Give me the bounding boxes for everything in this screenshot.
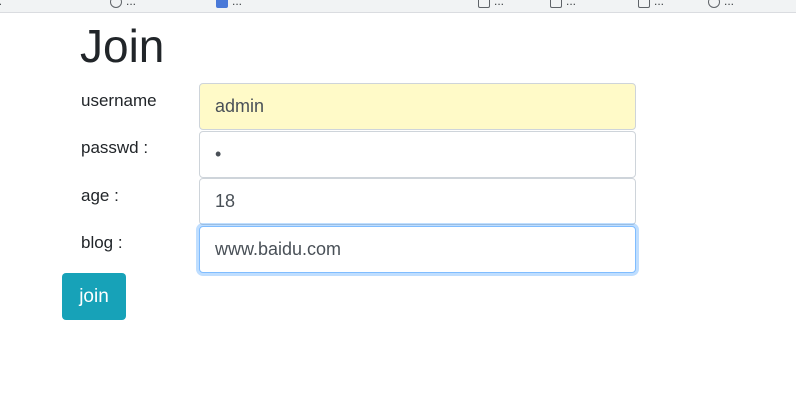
- bookmark-item[interactable]: ...: [550, 0, 576, 10]
- folder-icon: [638, 0, 650, 8]
- password-input[interactable]: [199, 131, 636, 178]
- page-title: Join: [80, 20, 165, 72]
- age-input[interactable]: [199, 178, 636, 225]
- bookmark-item[interactable]: ...: [708, 0, 734, 10]
- age-label: age :: [81, 186, 119, 205]
- globe-icon: [708, 0, 720, 8]
- bookmark-icon: [216, 0, 228, 8]
- folder-icon: [550, 0, 562, 8]
- blog-label: blog :: [81, 233, 123, 252]
- blog-input[interactable]: [199, 226, 636, 273]
- folder-icon: [478, 0, 490, 8]
- bookmark-item[interactable]: ...: [478, 0, 504, 10]
- bookmark-item[interactable]: ...: [638, 0, 664, 10]
- username-label: username: [81, 91, 157, 110]
- username-input[interactable]: [199, 83, 636, 130]
- bookmarks-bar: ... ... ... ... ... ... ...: [0, 0, 796, 13]
- bookmark-item[interactable]: ...: [216, 0, 242, 10]
- passwd-label: passwd :: [81, 138, 149, 157]
- join-button[interactable]: join: [62, 273, 126, 320]
- globe-icon: [110, 0, 122, 8]
- bookmark-item[interactable]: ...: [110, 0, 136, 10]
- bookmark-item[interactable]: ...: [0, 0, 2, 10]
